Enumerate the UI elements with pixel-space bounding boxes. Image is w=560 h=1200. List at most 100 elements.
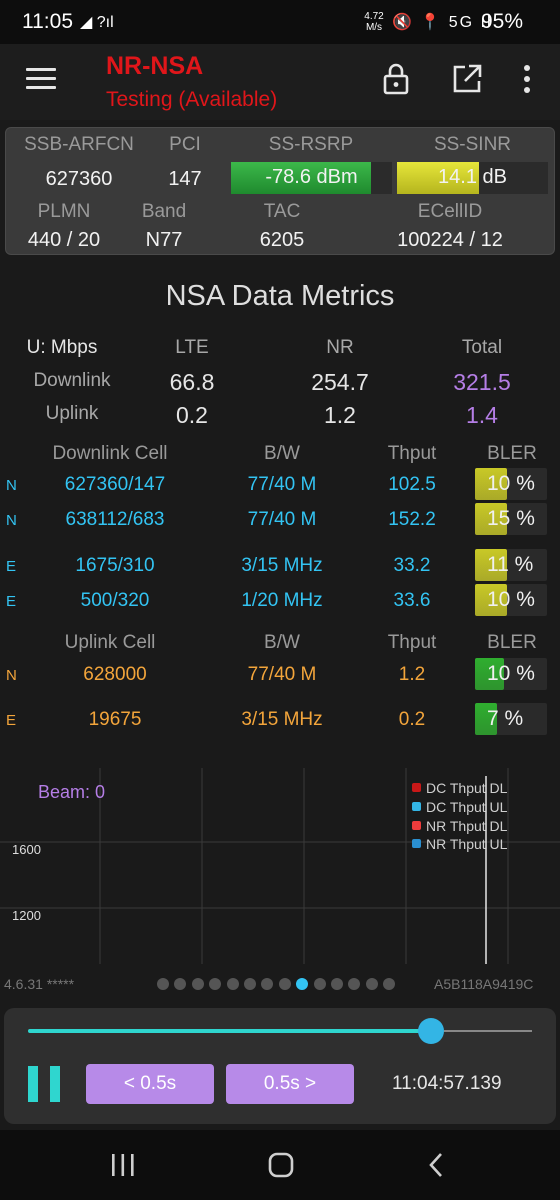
more-vert-icon[interactable]	[510, 62, 544, 96]
legend-label: NR Thput UL	[426, 836, 508, 852]
dl-row-bler: 10 %	[475, 584, 547, 616]
playback-slider-track[interactable]	[444, 1030, 532, 1032]
home-icon[interactable]	[266, 1150, 296, 1180]
legend-label: NR Thput DL	[426, 818, 508, 834]
ul-lte: 0.2	[176, 402, 208, 428]
step-back-button[interactable]: < 0.5s	[86, 1064, 214, 1104]
rsrp-value: -78.6 dBm	[265, 166, 358, 188]
page-dot[interactable]	[209, 978, 222, 990]
legend-swatch	[412, 839, 421, 848]
menu-icon[interactable]	[26, 68, 56, 90]
sinr-value: 14.1 dB	[438, 166, 507, 188]
bler-text: 10 %	[487, 588, 535, 611]
dl-row-thput: 152.2	[388, 509, 436, 530]
dl-row-cell: 627360/147	[64, 474, 166, 495]
ecellid-label: ECellID	[417, 201, 483, 222]
y-tick-label: 1600	[12, 842, 41, 857]
system-status-icons: 🔇 📍 5G ıl	[392, 14, 493, 31]
ul-row-bler: 7 %	[475, 703, 547, 735]
legend-item: NR Thput DL	[412, 818, 508, 834]
page-dot[interactable]	[365, 978, 378, 990]
dl-row-thput: 33.6	[393, 590, 431, 611]
page-dot[interactable]	[331, 978, 343, 990]
page-dot-active[interactable]	[296, 978, 309, 990]
downlink-label: Downlink	[33, 370, 111, 391]
legend-swatch	[412, 802, 421, 811]
dl-row-tag: E	[6, 593, 17, 610]
dl-header-bw: B/W	[264, 443, 300, 464]
page-dot[interactable]	[157, 978, 169, 990]
lock-icon[interactable]	[379, 62, 413, 96]
plmn-label: PLMN	[37, 201, 91, 222]
page-dot[interactable]	[313, 978, 326, 990]
app-version: 4.6.31 *****	[4, 976, 75, 992]
page-dot[interactable]	[278, 978, 291, 990]
page-dot[interactable]	[191, 978, 204, 990]
ssb-arfcn-value: 627360	[45, 168, 113, 190]
ul-row-cell: 19675	[88, 709, 142, 730]
dl-row-cell: 638112/683	[65, 509, 165, 530]
page-dot[interactable]	[348, 978, 361, 990]
legend-item: NR Thput UL	[412, 836, 508, 852]
device-id: A5B118A9419C	[434, 976, 534, 992]
bler-text: 15 %	[487, 507, 535, 530]
pci-value: 147	[168, 168, 202, 190]
dl-row-cell: 500/320	[80, 590, 150, 611]
page-dot[interactable]	[174, 978, 187, 990]
step-forward-button[interactable]: 0.5s >	[226, 1064, 354, 1104]
ul-row-tag: N	[6, 667, 17, 684]
dl-row-thput: 102.5	[388, 474, 436, 495]
dl-nr: 254.7	[311, 369, 369, 395]
dl-row-bler: 10 %	[475, 468, 547, 500]
page-dot[interactable]	[383, 978, 396, 990]
sinr-label: SS-SINR	[433, 134, 512, 155]
network-speed-value: 4.72	[364, 11, 384, 22]
dl-total: 321.5	[453, 369, 511, 395]
telegram-signal-icons: ◢ ?ıl	[80, 14, 114, 31]
dl-row-bw: 3/15 MHz	[241, 555, 323, 576]
tac-value: 6205	[259, 229, 305, 251]
open-external-icon[interactable]	[450, 62, 484, 96]
pause-icon[interactable]	[28, 1066, 62, 1102]
col-nr: NR	[326, 337, 354, 358]
legend-label: DC Thput DL	[426, 780, 508, 796]
dl-row-cell: 1675/310	[75, 555, 155, 576]
col-lte: LTE	[175, 337, 209, 358]
ssb-arfcn-label: SSB-ARFCN	[24, 134, 134, 155]
metrics-title: NSA Data Metrics	[165, 280, 395, 312]
dl-row-thput: 33.2	[393, 555, 431, 576]
dl-row-bler: 15 %	[475, 503, 547, 535]
ul-row-bler: 10 %	[475, 658, 547, 690]
band-label: Band	[141, 201, 187, 222]
page-dot[interactable]	[226, 978, 239, 990]
plmn-value: 440 / 20	[27, 229, 101, 251]
network-speed: 4.72 M/s	[362, 11, 386, 33]
dl-row-bw: 77/40 M	[247, 509, 317, 530]
ul-total: 1.4	[466, 402, 498, 428]
legend-swatch	[412, 821, 421, 830]
battery-level: 95%	[481, 10, 524, 33]
tac-label: TAC	[263, 201, 301, 222]
dl-header-cell: Downlink Cell	[52, 443, 168, 464]
page-dot[interactable]	[261, 978, 274, 990]
recent-apps-icon[interactable]	[108, 1151, 138, 1179]
legend-item: DC Thput UL	[412, 799, 507, 815]
dl-header-bler: BLER	[487, 443, 537, 464]
col-total: Total	[461, 337, 503, 358]
dl-row-bler: 11 %	[475, 549, 547, 581]
back-icon[interactable]	[424, 1150, 450, 1180]
app-subtitle: Testing (Available)	[106, 88, 278, 111]
ul-header-bler: BLER	[487, 632, 537, 653]
ul-row-cell: 628000	[83, 664, 147, 685]
unit-label: U: Mbps	[26, 337, 98, 358]
ul-row-bw: 77/40 M	[247, 664, 317, 685]
page-dot[interactable]	[244, 978, 256, 990]
dl-row-tag: N	[6, 512, 17, 529]
ul-row-tag: E	[6, 712, 17, 729]
dl-row-tag: E	[6, 558, 17, 575]
playback-slider-progress[interactable]	[28, 1029, 432, 1033]
pci-label: PCI	[169, 134, 201, 155]
playback-slider-thumb[interactable]	[418, 1018, 445, 1044]
bler-text: 10 %	[487, 472, 535, 495]
ul-row-thput: 1.2	[398, 664, 426, 685]
